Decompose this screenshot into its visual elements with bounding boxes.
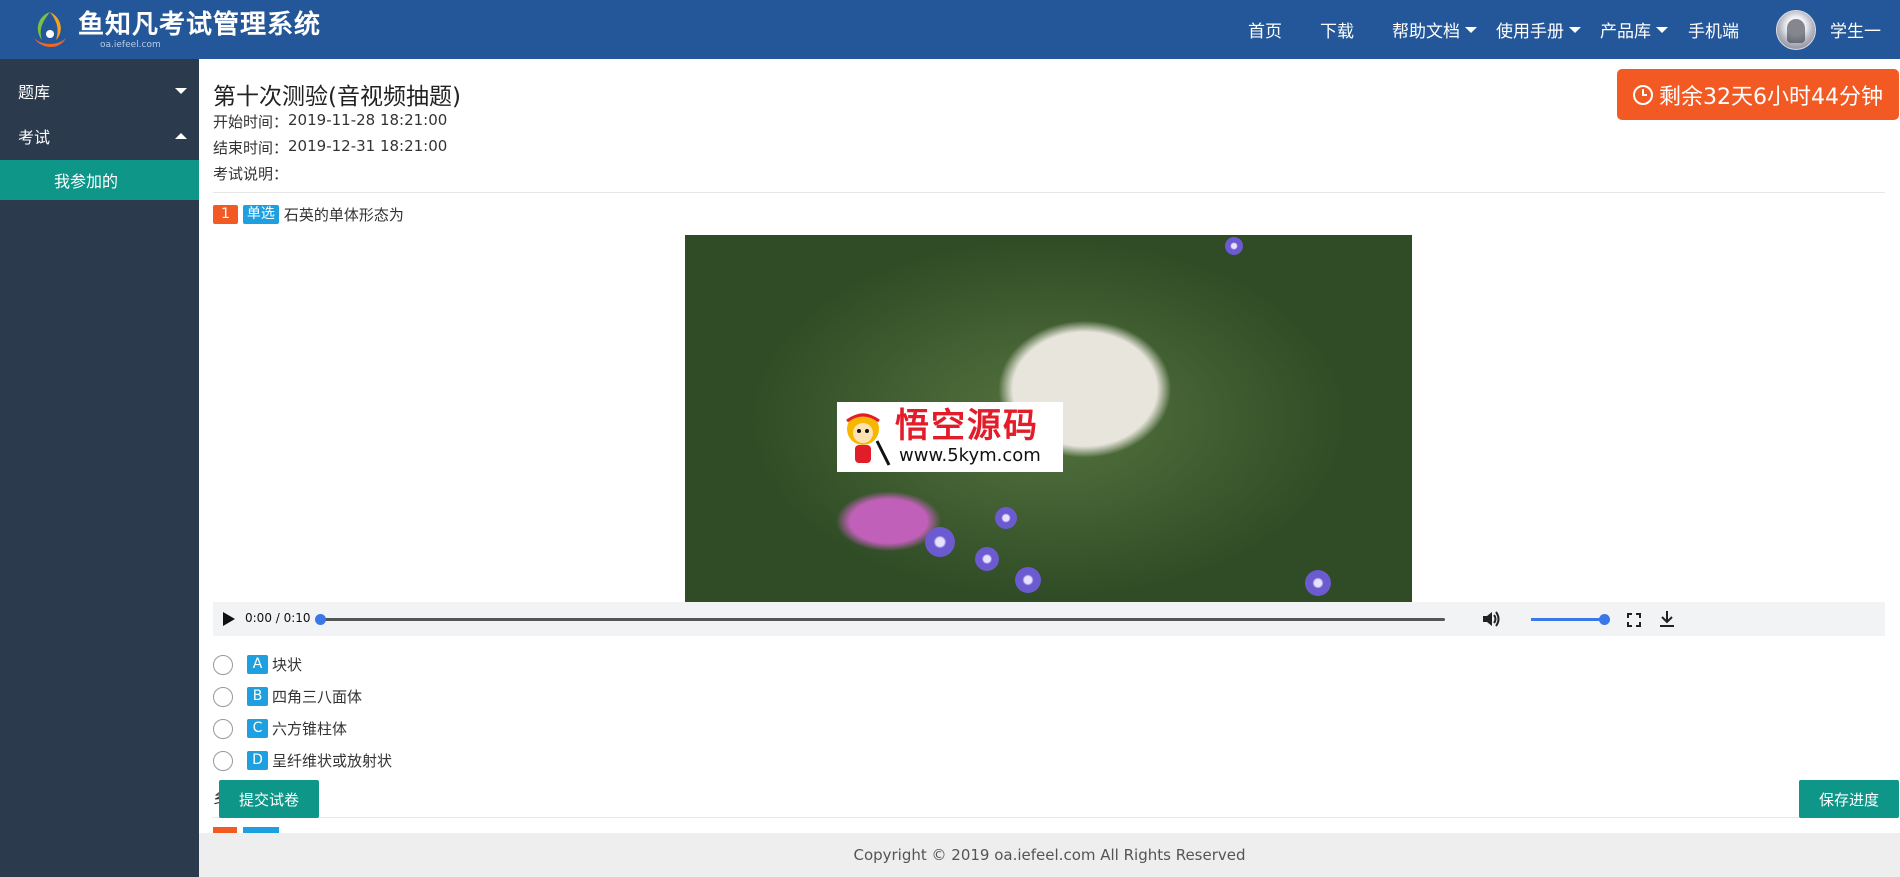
radio-button[interactable] bbox=[213, 686, 233, 707]
watermark-title: 悟空源码 bbox=[895, 406, 1039, 446]
watermark-url: www.5kym.com bbox=[899, 445, 1041, 466]
watermark: 悟空源码 www.5kym.com bbox=[837, 402, 1063, 472]
main-content: 第十次测验(音视频抽题) 开始时间： 2019-11-28 18:21:00 结… bbox=[199, 59, 1900, 877]
nav-mobile-label: 手机端 bbox=[1688, 22, 1739, 42]
fullscreen-icon[interactable] bbox=[1627, 612, 1641, 627]
nav-manual-label: 使用手册 bbox=[1496, 22, 1564, 42]
caret-down-icon bbox=[1569, 26, 1581, 33]
option-text: 四角三八面体 bbox=[272, 688, 363, 706]
radio-button[interactable] bbox=[213, 654, 233, 675]
logo-title: 鱼知凡考试管理系统 bbox=[78, 10, 322, 40]
nav-download-label: 下载 bbox=[1320, 22, 1354, 42]
caret-down-icon bbox=[1656, 26, 1668, 33]
logo-subtitle: oa.iefeel.com bbox=[100, 40, 161, 50]
end-time: 结束时间： 2019-12-31 18:21:00 bbox=[213, 137, 447, 158]
option-d[interactable]: D 呈纤维状或放射状 bbox=[213, 750, 392, 771]
nav-download[interactable]: 下载 bbox=[1320, 0, 1354, 59]
question-number-badge: 1 bbox=[213, 205, 238, 224]
option-b[interactable]: B 四角三八面体 bbox=[213, 686, 362, 707]
submit-exam-button[interactable]: 提交试卷 bbox=[219, 780, 319, 818]
sidebar-subitem-my-exams[interactable]: 我参加的 bbox=[0, 160, 199, 200]
nav-products-label: 产品库 bbox=[1600, 22, 1651, 42]
clock-icon bbox=[1633, 84, 1653, 105]
caret-down-icon bbox=[1465, 26, 1477, 33]
countdown-badge: 剩余32天6小时44分钟 bbox=[1617, 69, 1899, 120]
nav-products[interactable]: 产品库 bbox=[1600, 0, 1668, 59]
end-time-label: 结束时间： bbox=[213, 139, 289, 157]
footer: Copyright © 2019 oa.iefeel.com All Right… bbox=[199, 833, 1900, 877]
option-c[interactable]: C 六方锥柱体 bbox=[213, 718, 347, 739]
sidebar: 题库 考试 我参加的 bbox=[0, 59, 199, 877]
option-text: 块状 bbox=[272, 656, 303, 674]
question-text: 石英的单体形态为 bbox=[283, 206, 404, 224]
end-time-value: 2019-12-31 18:21:00 bbox=[288, 137, 448, 155]
flower-decoration bbox=[925, 527, 955, 557]
download-icon[interactable] bbox=[1659, 610, 1675, 628]
option-letter: B bbox=[247, 687, 268, 706]
option-a[interactable]: A 块状 bbox=[213, 654, 302, 675]
progress-track[interactable] bbox=[319, 618, 1445, 621]
page-title: 第十次测验(音视频抽题) bbox=[213, 84, 461, 110]
nav-home[interactable]: 首页 bbox=[1248, 0, 1282, 59]
user-name: 学生一 bbox=[1830, 22, 1881, 42]
app-logo[interactable]: 鱼知凡考试管理系统 oa.iefeel.com bbox=[28, 6, 321, 54]
progress-handle[interactable] bbox=[315, 614, 326, 625]
sidebar-item-label: 考试 bbox=[18, 128, 51, 147]
countdown-text: 剩余32天6小时44分钟 bbox=[1659, 84, 1883, 110]
nav-home-label: 首页 bbox=[1248, 22, 1282, 42]
flower-decoration bbox=[1015, 567, 1041, 593]
question-video[interactable]: 悟空源码 www.5kym.com bbox=[685, 235, 1412, 602]
nav-help-docs[interactable]: 帮助文档 bbox=[1392, 0, 1477, 59]
option-text: 呈纤维状或放射状 bbox=[272, 752, 393, 770]
radio-button[interactable] bbox=[213, 750, 233, 771]
start-time-label: 开始时间： bbox=[213, 113, 289, 131]
save-progress-label: 保存进度 bbox=[1818, 790, 1879, 809]
logo-leaf-icon bbox=[28, 8, 72, 52]
option-letter: A bbox=[247, 655, 268, 674]
exam-description-label: 考试说明： bbox=[213, 165, 289, 183]
flower-decoration bbox=[1305, 570, 1331, 596]
volume-icon[interactable] bbox=[1481, 610, 1501, 628]
start-time-value: 2019-11-28 18:21:00 bbox=[288, 111, 448, 129]
copyright-text: Copyright © 2019 oa.iefeel.com All Right… bbox=[853, 846, 1246, 864]
player-time: 0:00 / 0:10 bbox=[245, 611, 311, 625]
question-type-badge: 单选 bbox=[242, 205, 279, 224]
play-icon[interactable] bbox=[223, 612, 235, 626]
caret-down-icon bbox=[175, 88, 187, 94]
exam-description: 考试说明： bbox=[213, 163, 288, 184]
option-text: 六方锥柱体 bbox=[272, 720, 348, 738]
sidebar-item-exam[interactable]: 考试 bbox=[0, 114, 199, 158]
monkey-logo-icon bbox=[837, 405, 893, 469]
flower-decoration bbox=[975, 547, 999, 571]
caret-up-icon bbox=[175, 133, 187, 139]
top-navbar: 鱼知凡考试管理系统 oa.iefeel.com 首页 下载 帮助文档 使用手册 … bbox=[0, 0, 1900, 59]
start-time: 开始时间： 2019-11-28 18:21:00 bbox=[213, 111, 447, 132]
volume-handle[interactable] bbox=[1599, 614, 1610, 625]
radio-button[interactable] bbox=[213, 718, 233, 739]
submit-exam-label: 提交试卷 bbox=[238, 790, 299, 809]
nav-manual[interactable]: 使用手册 bbox=[1496, 0, 1581, 59]
nav-mobile[interactable]: 手机端 bbox=[1688, 0, 1739, 59]
audio-player: 0:00 / 0:10 bbox=[213, 602, 1885, 636]
question-header: 1 单选 石英的单体形态为 bbox=[213, 204, 404, 225]
user-menu[interactable]: 学生一 bbox=[1830, 0, 1881, 59]
volume-track[interactable] bbox=[1531, 618, 1603, 621]
divider bbox=[213, 192, 1885, 193]
sidebar-item-label: 题库 bbox=[18, 83, 51, 102]
sidebar-item-question-bank[interactable]: 题库 bbox=[0, 69, 199, 113]
sidebar-subitem-label: 我参加的 bbox=[54, 172, 119, 191]
nav-help-docs-label: 帮助文档 bbox=[1392, 22, 1460, 42]
flower-decoration bbox=[995, 507, 1017, 529]
divider bbox=[213, 817, 1885, 818]
save-progress-button[interactable]: 保存进度 bbox=[1799, 780, 1899, 818]
option-letter: D bbox=[247, 751, 268, 770]
user-avatar[interactable] bbox=[1776, 10, 1816, 50]
flower-decoration bbox=[1225, 237, 1243, 255]
option-letter: C bbox=[247, 719, 268, 738]
